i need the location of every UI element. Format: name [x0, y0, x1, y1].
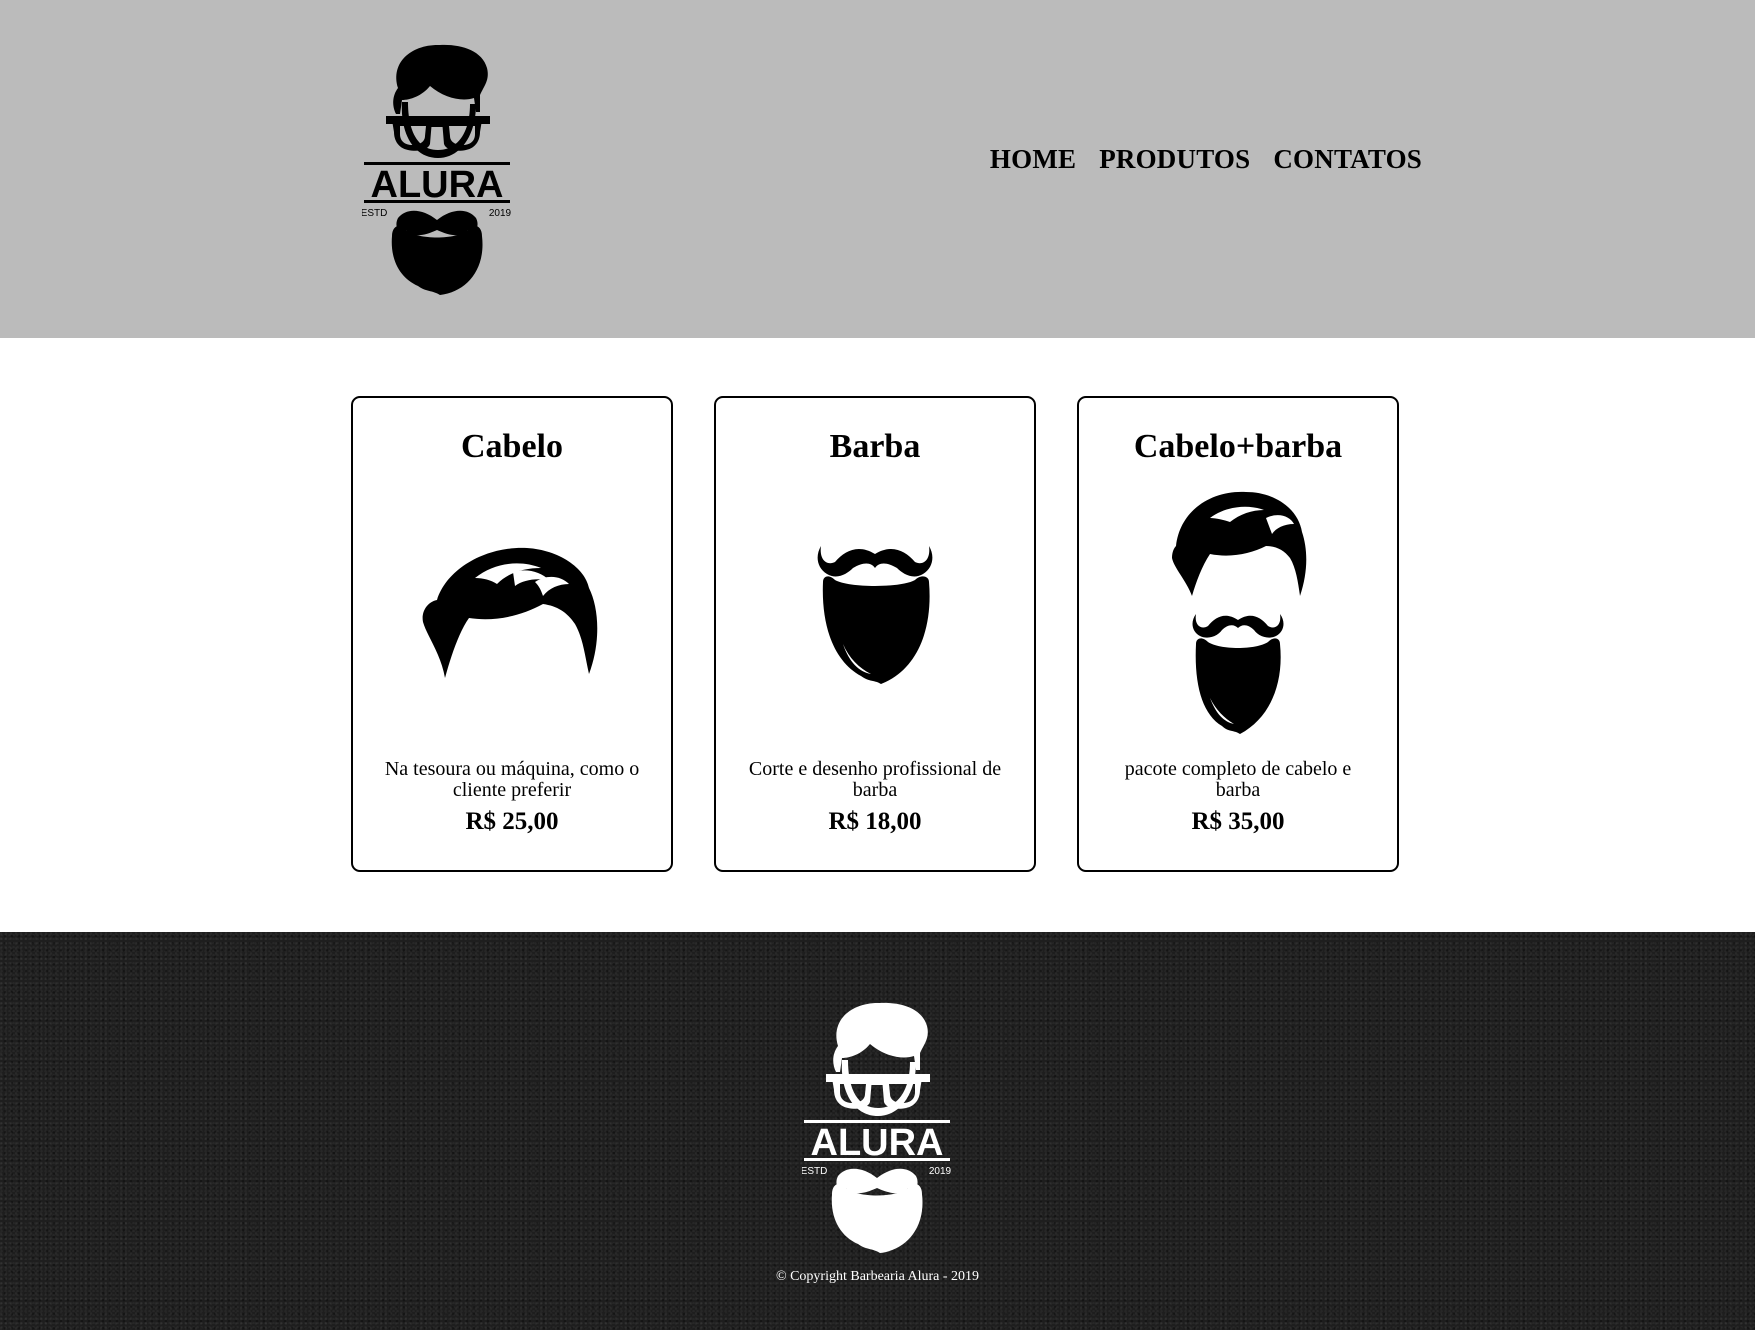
product-price: R$ 35,00 — [1191, 808, 1285, 835]
product-description: Na tesoura ou máquina, como o cliente pr… — [384, 758, 640, 801]
product-title: Barba — [829, 428, 921, 465]
product-card-cabelo-barba[interactable]: Cabelo+barba pacote completo de cabelo e… — [1077, 396, 1399, 872]
logo-brand-text: ALURA — [371, 164, 504, 206]
logo-estd-text: ESTD — [802, 1166, 827, 1177]
hair-icon — [353, 538, 671, 683]
alura-logo[interactable]: ALURA ESTD 2019 — [362, 40, 512, 295]
nav-contatos-link[interactable]: CONTATOS — [1273, 144, 1422, 175]
product-description: pacote completo de cabelo e barba — [1124, 758, 1352, 801]
beard-icon — [716, 534, 1034, 689]
product-title: Cabelo+barba — [1133, 428, 1343, 465]
main-nav: HOME PRODUTOS CONTATOS — [990, 144, 1422, 175]
product-card-cabelo[interactable]: Cabelo Na tesoura ou máquina, como o cli… — [351, 396, 673, 872]
alura-logo-white: ALURA ESTD 2019 — [802, 1002, 952, 1253]
logo-year-text: 2019 — [489, 208, 512, 219]
copyright-text: © Copyright Barbearia Alura - 2019 — [775, 1269, 980, 1284]
logo-year-text: 2019 — [929, 1166, 952, 1177]
products-section: Cabelo Na tesoura ou máquina, como o cli… — [0, 338, 1755, 932]
product-price: R$ 25,00 — [465, 808, 559, 835]
logo-brand-text: ALURA — [811, 1122, 944, 1164]
product-card-barba[interactable]: Barba Corte e desenho profissional de ba… — [714, 396, 1036, 872]
nav-produtos-link[interactable]: PRODUTOS — [1099, 144, 1250, 175]
hair-beard-icon — [1079, 488, 1397, 738]
product-price: R$ 18,00 — [828, 808, 922, 835]
site-footer: ALURA ESTD 2019 © Copyright Barbearia Al… — [0, 932, 1755, 1330]
product-description: Corte e desenho profissional de barba — [748, 758, 1002, 801]
nav-home-link[interactable]: HOME — [990, 144, 1076, 175]
product-title: Cabelo — [461, 428, 563, 465]
logo-estd-text: ESTD — [362, 208, 387, 219]
site-header: ALURA ESTD 2019 HOME PRODUTOS CONTATOS — [0, 0, 1755, 338]
